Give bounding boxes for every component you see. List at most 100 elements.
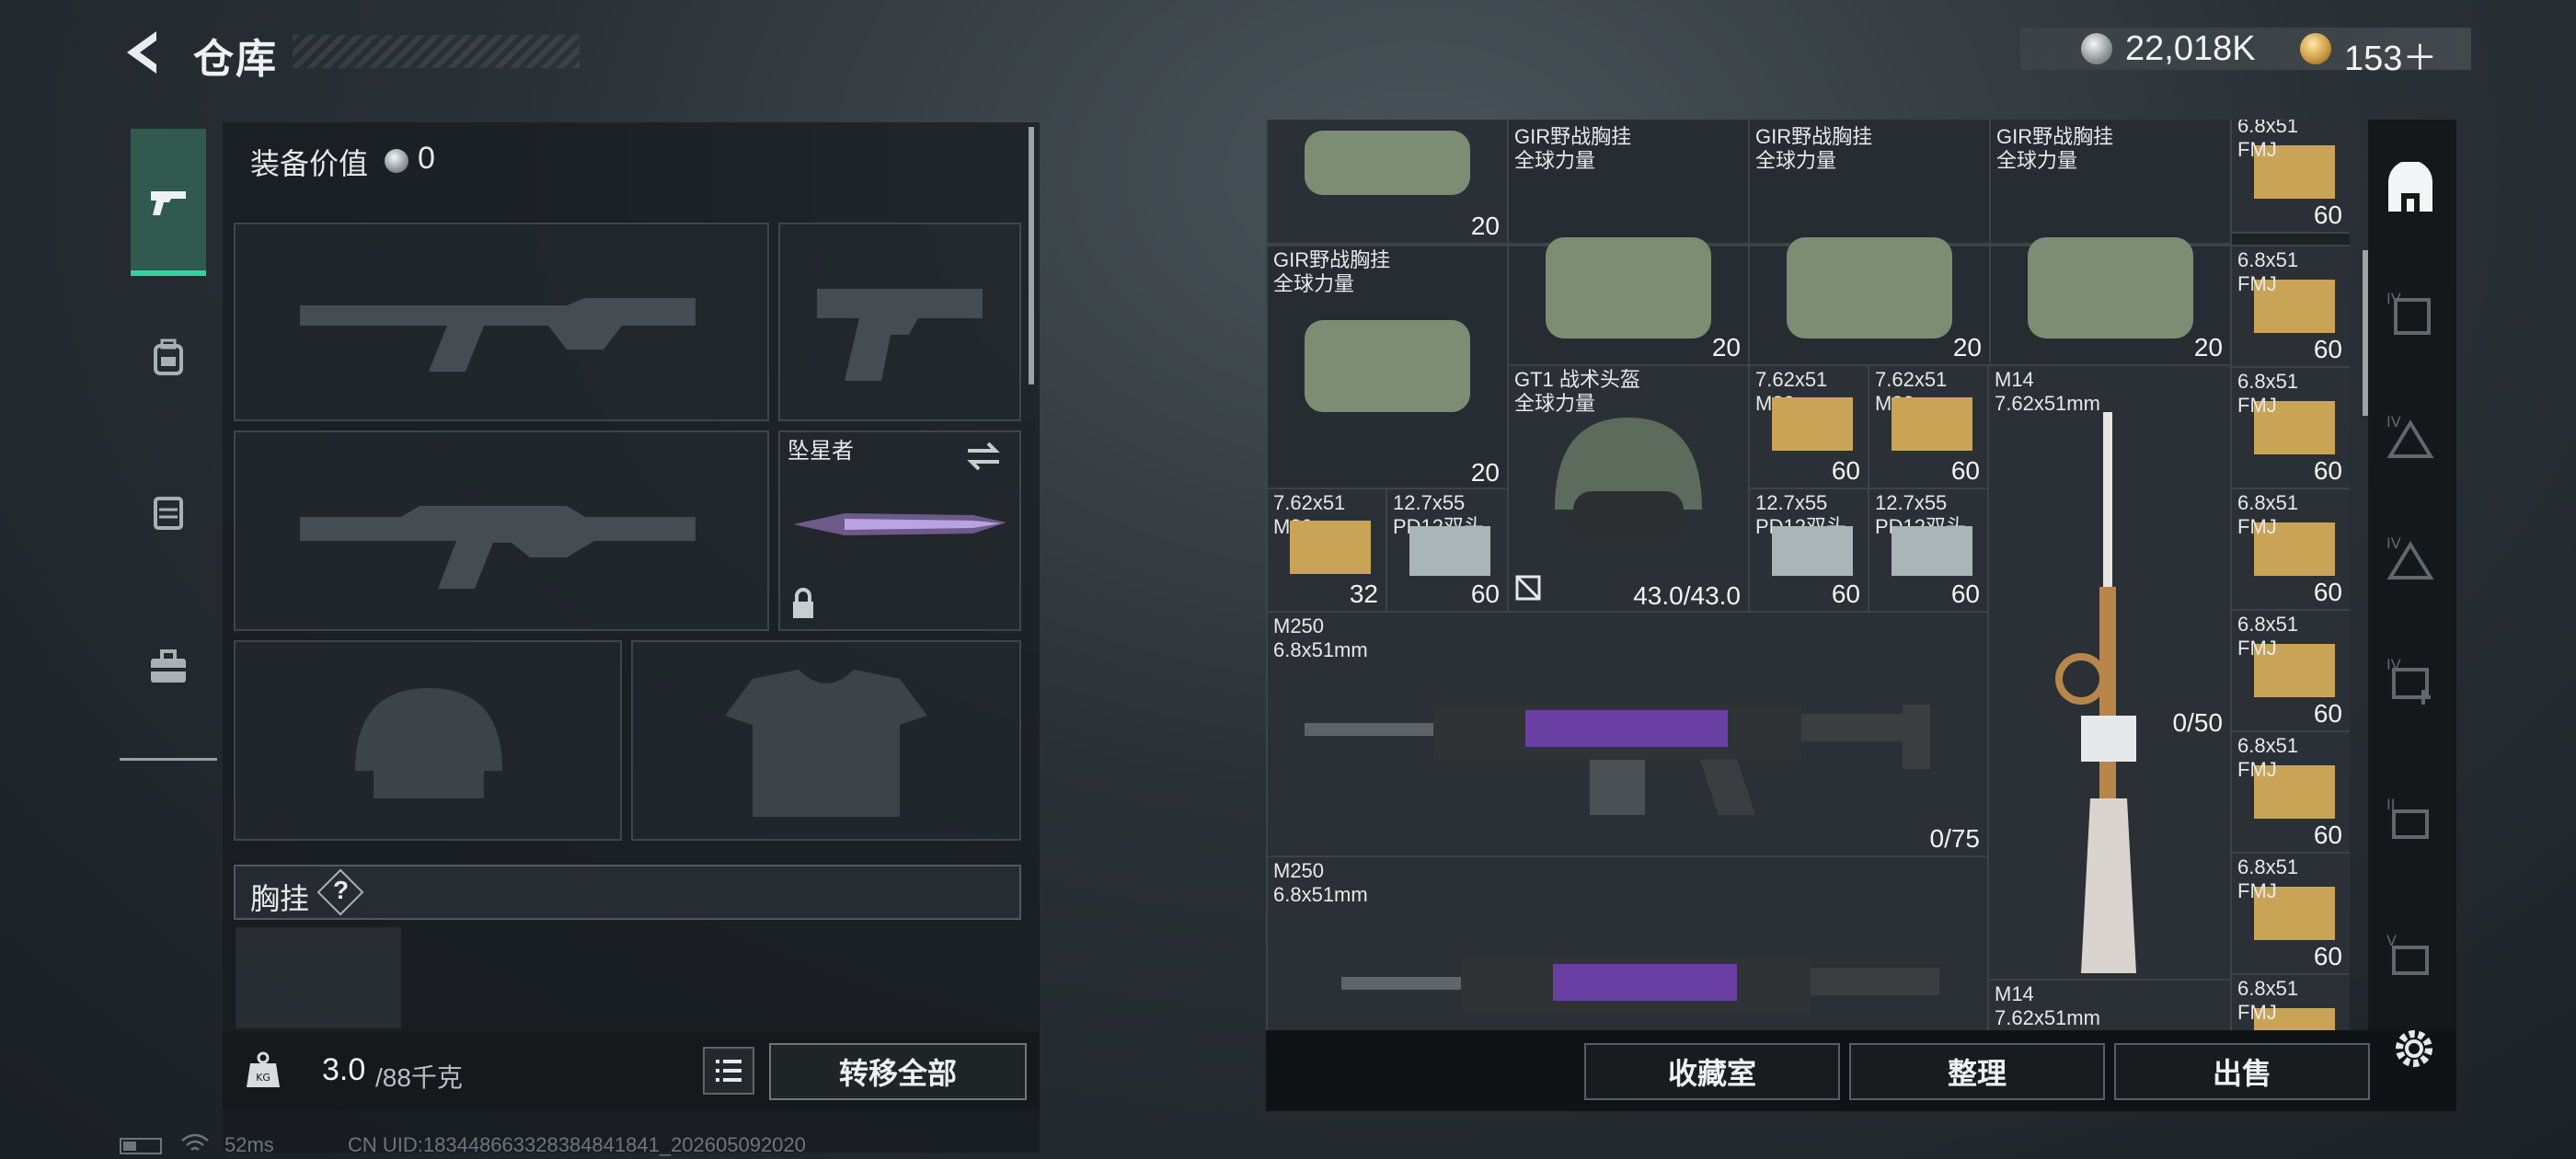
svg-text:V: V [2386, 932, 2397, 949]
sell-button[interactable]: 出售 [2114, 1043, 2370, 1100]
ammo-box-icon [1892, 526, 1972, 576]
backpack-category-icon[interactable]: IV [2383, 287, 2438, 342]
item-name: 6.8x51 [2237, 613, 2299, 636]
storage-item-ammo-68[interactable]: 6.8x51FMJ60 [2230, 609, 2350, 732]
item-count: 32 [1349, 580, 1378, 608]
item-sub: FMJ [2237, 394, 2277, 417]
item-name: 6.8x51 [2237, 491, 2299, 514]
storage-item-bag[interactable]: 20 [1266, 120, 1509, 245]
item-count: 60 [2313, 201, 2342, 229]
item-name: M14 [1995, 982, 2034, 1005]
loadout-scrollbar[interactable] [1029, 127, 1034, 384]
storage-item-ammo-68[interactable]: 6.8x51FMJ60 [2230, 120, 2350, 234]
gold-amount[interactable]: 153＋ [2344, 29, 2437, 80]
item-name: GT1 战术头盔 [1514, 368, 1640, 391]
network-status: 52ms [224, 1133, 274, 1156]
svg-text:KG: KG [256, 1072, 270, 1084]
storage-item-ammo[interactable]: 7.62x51M80 32 [1266, 488, 1387, 613]
item-count: 20 [1711, 333, 1741, 361]
storage-item-ammo-68[interactable]: 6.8x51FMJ60 [2230, 973, 2350, 1030]
helmet-slot[interactable] [234, 640, 622, 841]
item-count: 60 [1831, 456, 1860, 485]
toolbox-icon[interactable] [147, 646, 190, 688]
durability-icon [1515, 575, 1541, 601]
pistol-slot[interactable] [778, 223, 1021, 421]
silver-coin-icon [2081, 33, 2112, 64]
ammo-box-icon [1772, 526, 1853, 576]
list-icon [716, 1060, 742, 1082]
gear-icon[interactable] [2388, 1023, 2440, 1074]
storage-item-helmet[interactable]: GT1 战术头盔 全球力量 43.0/43.0 [1507, 364, 1750, 614]
chest-rig-icon [1546, 237, 1711, 339]
item-name: 6.8x51 [2237, 855, 2299, 878]
triangle-category-icon[interactable]: IV [2383, 532, 2438, 587]
uid-label: CN UID:18344866332838484184​1_2026050920… [348, 1133, 806, 1156]
misc-category-icon[interactable]: V [2383, 929, 2438, 984]
back-button[interactable] [120, 28, 166, 77]
item-count: 60 [2313, 820, 2342, 849]
item-count: 60 [2313, 335, 2342, 363]
home-storage-icon[interactable] [2383, 162, 2438, 217]
pistol-icon[interactable] [147, 180, 190, 223]
swap-icon[interactable] [964, 440, 1003, 473]
page-title: 仓库 [193, 37, 278, 82]
storage-item-m250[interactable]: M250 6.8x51mm 0/75 [1266, 611, 1989, 857]
item-name: GIR野战胸挂 [1755, 125, 1873, 148]
chest-rig-slot[interactable] [236, 927, 401, 1028]
item-sub: FMJ [2237, 879, 2277, 902]
chest-rig-icon [1787, 237, 1952, 339]
storage-item-chest-rig[interactable]: 20 [1748, 237, 1991, 366]
storage-item-chest-rig[interactable]: 20 [1989, 237, 2232, 366]
item-count: 60 [1831, 580, 1860, 608]
secondary-weapon-slot[interactable] [234, 430, 769, 631]
item-name: 6.8x51 [2237, 120, 2299, 137]
weight-icon: KG [247, 1051, 280, 1087]
item-name: 6.8x51 [2237, 977, 2299, 1000]
item-name: M250 [1273, 614, 1325, 637]
item-sub: 全球力量 [1755, 149, 1837, 172]
weight-value: 3.0 [322, 1052, 366, 1087]
item-name: 7.62x51 [1755, 368, 1828, 391]
weight-max: /88千克 [375, 1063, 463, 1092]
storage-item-m14[interactable]: M14 7.62x51mm 0/50 [1987, 364, 2232, 1030]
storage-item-ammo[interactable]: 7.62x51M80 60 [1868, 364, 1989, 489]
storage-item-ammo-68[interactable]: 6.8x51FMJ60 [2230, 488, 2350, 611]
storage-item-ammo-68[interactable]: 6.8x51FMJ60 [2230, 366, 2350, 489]
tool-category-icon[interactable]: II [2383, 793, 2438, 848]
primary-weapon-slot[interactable] [234, 223, 769, 421]
rig-icon[interactable] [147, 491, 190, 534]
storage-item-ammo[interactable]: 12.7x55PD12双头 60 [1868, 488, 1989, 613]
m14-ammo: 0/50 [2172, 708, 2224, 737]
svg-text:IV: IV [2386, 413, 2401, 430]
list-view-button[interactable] [703, 1047, 754, 1095]
item-name: 6.8x51 [2237, 734, 2299, 757]
item-sub: 全球力量 [1273, 272, 1355, 295]
svg-text:IV: IV [2386, 534, 2401, 552]
medical-category-icon[interactable]: IV [2383, 653, 2438, 708]
storage-item-ammo[interactable]: 12.7x55PD12双头 60 [1748, 488, 1869, 613]
collection-button[interactable]: 收藏室 [1584, 1043, 1840, 1100]
item-count: 60 [2313, 456, 2342, 485]
storage-item-chest-rig[interactable]: 20 [1507, 237, 1750, 366]
storage-item-m250[interactable]: M250 6.8x51mm [1266, 855, 1989, 1030]
item-name: GIR野战胸挂 [1514, 125, 1632, 148]
item-sub: FMJ [2237, 515, 2277, 538]
storage-item-chest-rig[interactable]: GIR野战胸挂 全球力量 20 [1266, 245, 1509, 491]
item-sub: FMJ [2237, 272, 2277, 295]
transfer-all-button[interactable]: 转移全部 [769, 1043, 1027, 1100]
storage-item-ammo-68[interactable]: 6.8x51FMJ60 [2230, 852, 2350, 975]
storage-item-ammo-68[interactable]: 6.8x51FMJ60 [2230, 245, 2350, 368]
storage-item-ammo-68[interactable]: 6.8x51FMJ60 [2230, 730, 2350, 854]
armor-silhouette-icon [725, 670, 927, 817]
armor-slot[interactable] [631, 640, 1021, 841]
item-count: 60 [1470, 580, 1500, 608]
item-count: 20 [1952, 333, 1982, 361]
storage-item-m14[interactable]: M14 7.62x51mm [1987, 979, 2232, 1030]
item-sub: FMJ [2237, 637, 2277, 660]
storage-item-ammo[interactable]: 12.7x55PD12双头 60 [1386, 488, 1509, 613]
backpack-icon[interactable] [147, 337, 190, 379]
warning-category-icon[interactable]: IV [2383, 410, 2438, 465]
storage-item-ammo[interactable]: 7.62x51M80 60 [1748, 364, 1869, 489]
sort-button[interactable]: 整理 [1849, 1043, 2105, 1100]
helmet-silhouette-icon [355, 688, 502, 798]
